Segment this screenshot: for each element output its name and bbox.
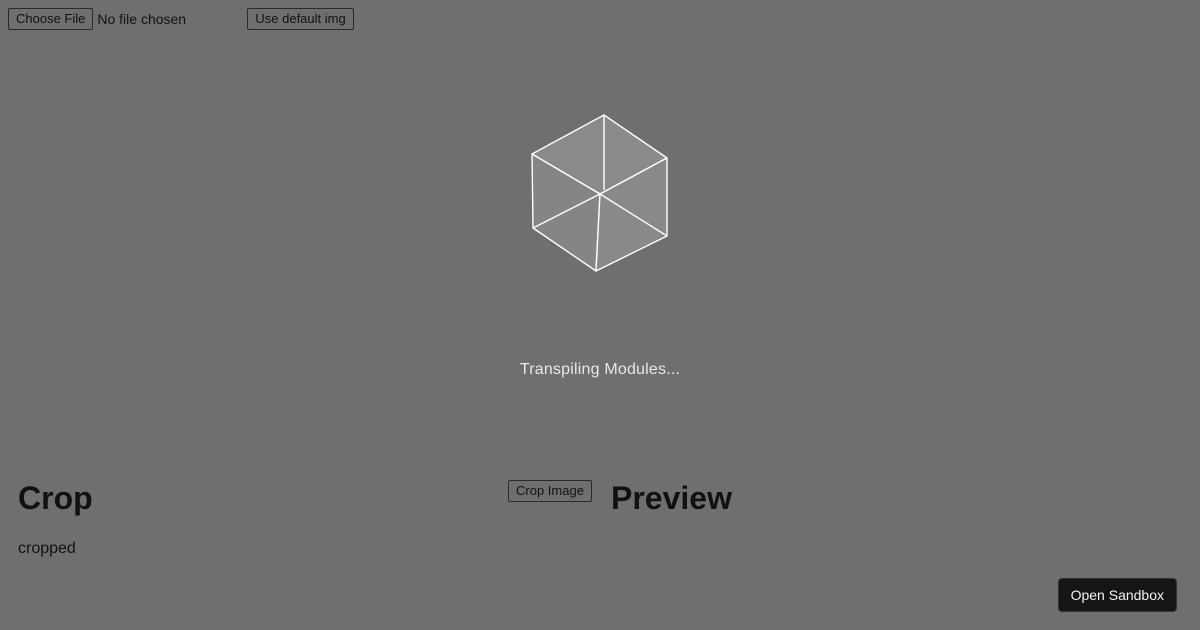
- top-bar: Choose File No file chosen Use default i…: [8, 8, 354, 30]
- cropped-image-alt-text: cropped: [18, 540, 76, 557]
- crop-image-button[interactable]: Crop Image: [508, 480, 592, 502]
- cube-loader-icon: [531, 114, 668, 272]
- choose-file-button[interactable]: Choose File: [8, 8, 94, 30]
- loading-status-text: Transpiling Modules...: [519, 361, 681, 378]
- use-default-img-button[interactable]: Use default img: [247, 8, 354, 30]
- preview-heading: Preview: [611, 480, 732, 516]
- file-status-text: No file chosen: [97, 11, 187, 27]
- page: Choose File No file chosen Use default i…: [0, 0, 1200, 630]
- crop-heading: Crop: [18, 480, 93, 516]
- open-sandbox-button[interactable]: Open Sandbox: [1057, 578, 1177, 612]
- cropped-image-placeholder: cropped: [18, 540, 76, 558]
